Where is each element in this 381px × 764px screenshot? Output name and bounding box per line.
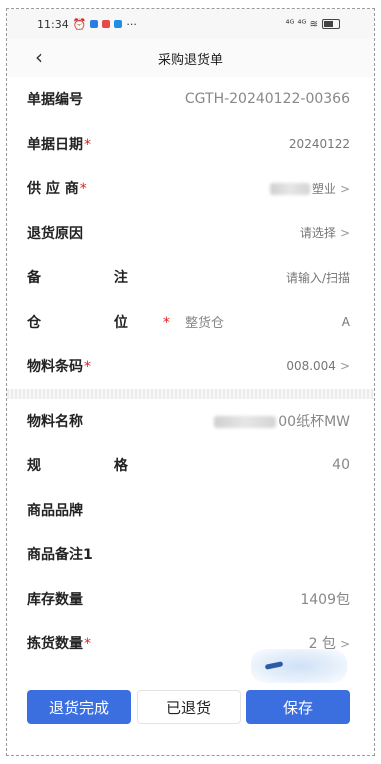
redacted-text — [214, 415, 277, 428]
doc-date-label: 单据日期* — [27, 136, 91, 153]
location-value[interactable]: A — [342, 315, 350, 329]
location-label: 仓 位* — [27, 314, 170, 331]
alarm-icon: ⏰ — [72, 17, 87, 31]
material-name-value: 00纸杯MW — [214, 411, 350, 431]
supplier-value[interactable]: 塑业 > — [269, 180, 350, 197]
material-name-row: 物料名称 00纸杯MW — [7, 399, 374, 444]
phone-frame: 11:34 ⏰ ··· ⁴ᴳ ⁴ᴳ ≋ ‹ 采购退货单 单据编号 CGTH-20… — [6, 8, 375, 756]
location-row[interactable]: 仓 位* 整货仓 A — [7, 300, 374, 345]
status-left: 11:34 ⏰ ··· — [37, 18, 137, 31]
spec-label: 规 格 — [27, 458, 162, 475]
stock-qty-label: 库存数量 — [27, 591, 83, 608]
return-reason-label: 退货原因 — [27, 225, 83, 242]
more-notifications: ··· — [126, 17, 137, 31]
goods-remark-label: 商品备注1 — [27, 547, 93, 564]
barcode-label: 物料条码* — [27, 359, 91, 376]
redacted-text — [269, 183, 310, 196]
spec-row: 规 格 40 — [7, 443, 374, 488]
bottom-action-bar: 退货完成 已退货 保存 — [7, 681, 374, 733]
returned-button[interactable]: 已退货 — [136, 690, 241, 724]
stock-qty-value: 1409包 — [300, 591, 350, 608]
supplier-row[interactable]: 供 应 商* 塑业 > — [7, 166, 374, 211]
status-bar: 11:34 ⏰ ··· ⁴ᴳ ⁴ᴳ ≋ — [7, 9, 374, 39]
app-notification-icon — [90, 20, 99, 28]
chevron-right-icon: > — [339, 637, 350, 652]
barcode-value[interactable]: 008.004 > — [286, 359, 350, 373]
doc-no-row: 单据编号 CGTH-20240122-00366 — [7, 77, 374, 122]
return-reason-select[interactable]: 请选择 > — [300, 224, 350, 241]
required-mark: * — [84, 359, 91, 376]
supplier-label: 供 应 商* — [27, 181, 87, 198]
battery-icon — [322, 19, 340, 29]
chevron-right-icon: > — [339, 226, 350, 241]
remark-label: 备 注 — [27, 270, 162, 287]
app-notification-icon — [102, 20, 111, 28]
doc-no-value: CGTH-20240122-00366 — [184, 91, 350, 108]
status-right: ⁴ᴳ ⁴ᴳ ≋ — [285, 19, 340, 30]
page-title: 采购退货单 — [157, 52, 223, 68]
required-mark: * — [84, 636, 91, 653]
chevron-right-icon: > — [339, 181, 350, 196]
goods-remark-row: 商品备注1 — [7, 532, 374, 577]
return-reason-row[interactable]: 退货原因 请选择 > — [7, 211, 374, 256]
save-button[interactable]: 保存 — [246, 690, 350, 724]
warehouse-value[interactable]: 整货仓 — [185, 312, 224, 331]
doc-no-label: 单据编号 — [27, 92, 83, 109]
status-time: 11:34 — [37, 17, 69, 31]
pick-qty-label: 拣货数量* — [27, 636, 91, 653]
required-mark: * — [79, 181, 87, 198]
remark-row[interactable]: 备 注 请输入/扫描 — [7, 255, 374, 300]
chevron-right-icon: > — [339, 359, 350, 374]
required-mark: * — [162, 314, 170, 331]
material-name-label: 物料名称 — [27, 413, 83, 430]
stock-qty-row: 库存数量 1409包 — [7, 577, 374, 622]
spec-value: 40 — [332, 457, 350, 474]
app-notification-icon — [114, 20, 123, 28]
chevron-left-icon[interactable]: ‹ — [27, 45, 51, 69]
brand-row: 商品品牌 — [7, 488, 374, 533]
return-form: 单据编号 CGTH-20240122-00366 单据日期* 20240122 … — [7, 77, 374, 666]
navigation-bar: ‹ 采购退货单 — [7, 39, 374, 77]
floating-thumbnail — [251, 649, 347, 683]
doc-date-row[interactable]: 单据日期* 20240122 — [7, 122, 374, 167]
barcode-row[interactable]: 物料条码* 008.004 > — [7, 344, 374, 389]
required-mark: * — [84, 136, 91, 153]
doc-date-value[interactable]: 20240122 — [289, 137, 350, 151]
signal-icon: ⁴ᴳ ⁴ᴳ ≋ — [285, 18, 318, 30]
brand-label: 商品品牌 — [27, 502, 83, 519]
section-divider — [7, 388, 374, 399]
return-complete-button[interactable]: 退货完成 — [27, 690, 131, 724]
remark-input[interactable]: 请输入/扫描 — [286, 269, 350, 286]
